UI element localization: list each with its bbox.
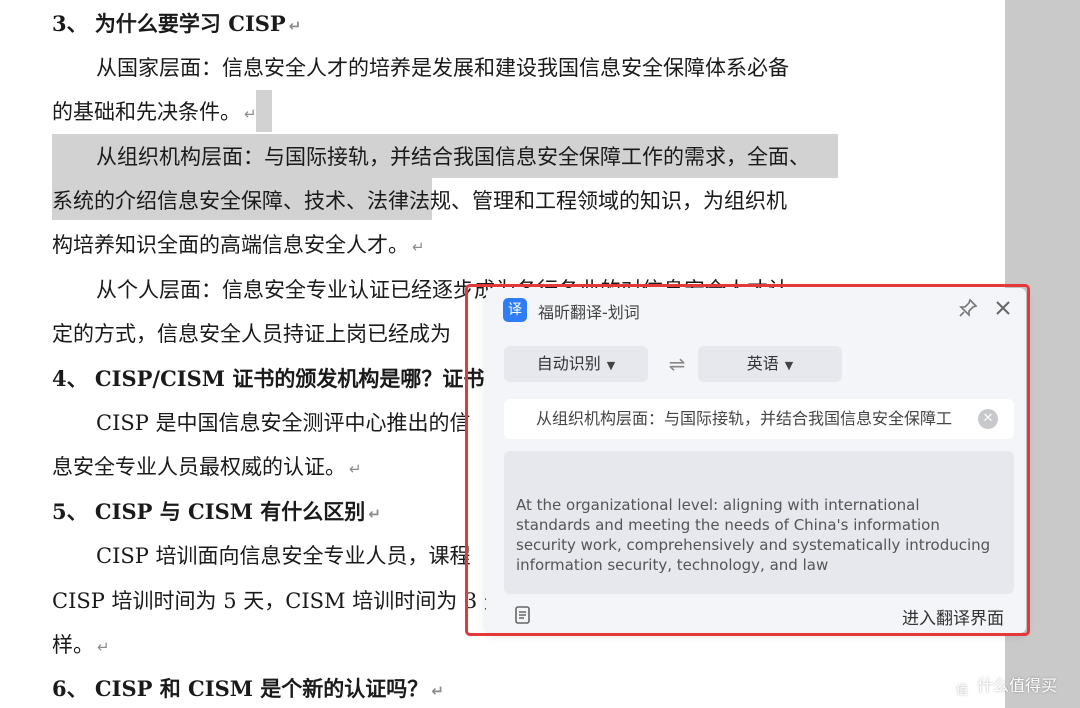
paragraph-line: 定的方式，信息安全人员持证上岗已经成为 (52, 322, 451, 346)
highlight-frame (465, 284, 1030, 636)
paragraph-line: 构培养知识全面的高端信息安全人才。 ↵ (52, 233, 425, 257)
paragraph-line: 从国家层面：信息安全人才的培养是发展和建设我国信息安全保障体系必备 (96, 56, 789, 80)
paragraph-line: CISP 培训面向信息安全专业人员，课程 (96, 544, 471, 568)
paragraph-line: 的基础和先决条件。 ↵ (52, 100, 257, 124)
heading-difference: 5、 CISP 与 CISM 有什么区别 ↵ (52, 499, 381, 524)
watermark-logo-icon: 值 (952, 680, 972, 700)
heading-why-learn-cisp: 3、 为什么要学习 CISP ↵ (52, 11, 302, 36)
heading-issuing-authority: 4、 CISP/CISM 证书的颁发机构是哪？证书 (52, 366, 485, 391)
paragraph-line: 息安全专业人员最权威的认证。 ↵ (52, 455, 362, 479)
paragraph-line: CISP 是中国信息安全测评中心推出的信 (96, 411, 471, 435)
selection-highlight-fragment (256, 90, 272, 132)
paragraph-line: 样。 ↵ (52, 633, 110, 657)
selected-paragraph-line[interactable]: 系统的介绍信息安全保障、技术、法律法规、管理和工程领域的知识，为组织机 (52, 186, 787, 216)
paragraph-line: CISP 培训时间为 5 天，CISM 培训时间为 3 天 (52, 589, 505, 613)
watermark-text: 什么值得买 (977, 676, 1058, 695)
watermark: 值什么值得买 (952, 672, 1057, 700)
selected-paragraph-line[interactable]: 从组织机构层面：与国际接轨，并结合我国信息安全保障工作的需求，全面、 (96, 142, 810, 172)
heading-new-certification: 6、 CISP 和 CISM 是个新的认证吗？ ↵ (52, 676, 444, 701)
